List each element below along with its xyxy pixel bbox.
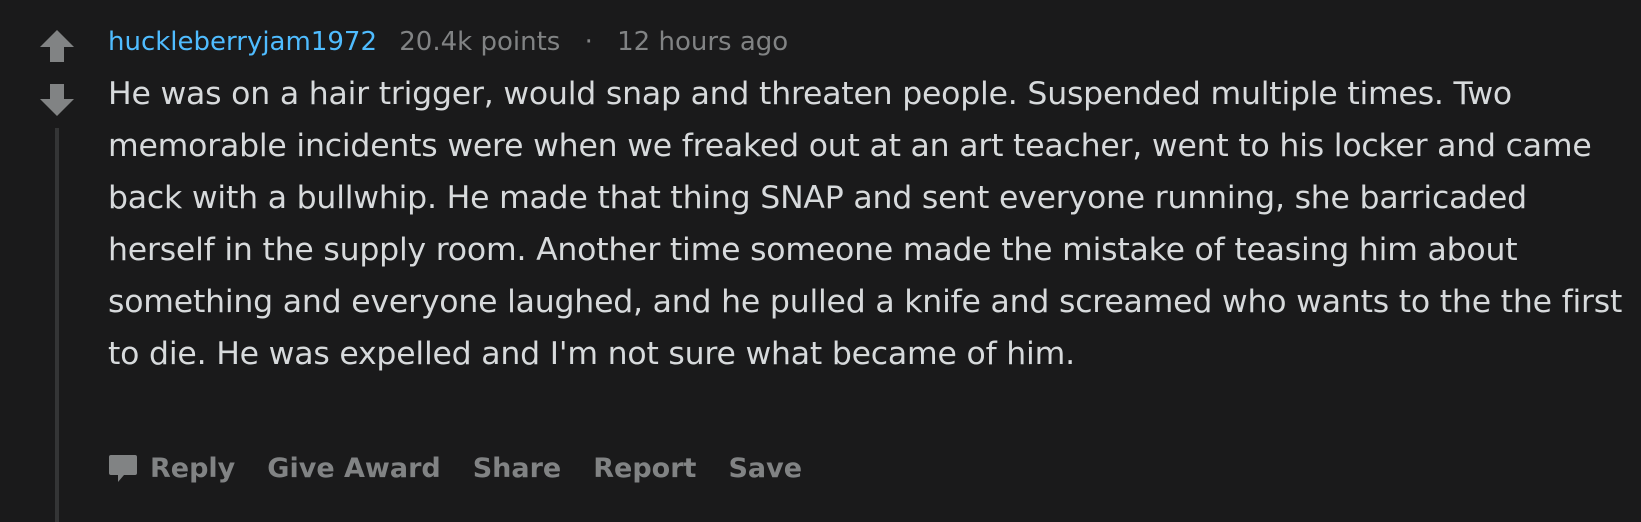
give-award-label: Give Award (267, 452, 441, 484)
vote-column (38, 28, 76, 522)
share-button[interactable]: Share (473, 453, 562, 484)
comment-actions: Reply Give Award Share Report Save (108, 446, 834, 490)
give-award-button[interactable]: Give Award (267, 453, 440, 484)
comment-points: 20.4k points (399, 27, 561, 57)
speech-bubble-icon (108, 452, 138, 484)
comment-author-link[interactable]: huckleberryjam1972 (108, 27, 377, 57)
arrow-down-icon (38, 82, 76, 118)
meta-separator: · (584, 27, 593, 57)
save-button[interactable]: Save (728, 453, 802, 484)
comment-timestamp[interactable]: 12 hours ago (617, 27, 788, 57)
downvote-button[interactable] (38, 82, 76, 118)
upvote-button[interactable] (38, 28, 76, 64)
share-label: Share (472, 452, 562, 484)
arrow-up-icon (38, 28, 76, 64)
reply-button[interactable]: Reply (108, 452, 235, 484)
reply-label: Reply (150, 452, 236, 484)
comment: huckleberryjam1972 20.4k points · 12 hou… (108, 22, 1628, 380)
comment-body: He was on a hair trigger, would snap and… (108, 76, 1623, 372)
save-label: Save (728, 452, 803, 484)
report-label: Report (593, 452, 697, 484)
comment-meta: huckleberryjam1972 20.4k points · 12 hou… (108, 22, 1628, 62)
report-button[interactable]: Report (593, 453, 696, 484)
thread-line[interactable] (55, 128, 59, 522)
